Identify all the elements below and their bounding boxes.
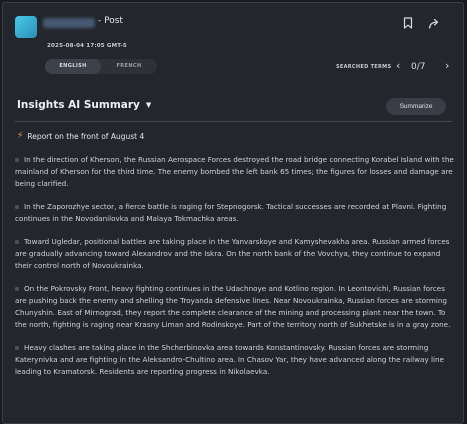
lightning-icon: ⚡ bbox=[17, 131, 24, 141]
summary-content: ⚡ Report on the front of August 4 In the… bbox=[15, 131, 455, 389]
post-panel: - Post 2025-08-04 17:05 GMT-5 ENGLISH FR… bbox=[2, 2, 464, 424]
bookmark-icon[interactable] bbox=[400, 15, 416, 31]
redacted-channel-name bbox=[43, 18, 95, 28]
next-term-button[interactable]: › bbox=[445, 60, 449, 72]
report-paragraph: In the direction of Kherson, the Russian… bbox=[15, 155, 454, 188]
bullet-icon bbox=[15, 346, 19, 350]
post-header: - Post 2025-08-04 17:05 GMT-5 ENGLISH FR… bbox=[3, 3, 463, 85]
bullet-icon bbox=[15, 240, 19, 244]
post-timestamp: 2025-08-04 17:05 GMT-5 bbox=[47, 43, 127, 49]
previous-term-button[interactable]: ‹ bbox=[396, 60, 400, 72]
bullet-icon bbox=[15, 205, 19, 209]
summarize-button[interactable]: Summarize bbox=[386, 98, 446, 115]
language-option-english[interactable]: ENGLISH bbox=[45, 59, 101, 74]
report-paragraph: In the Zaporozhye sector, a fierce battl… bbox=[15, 202, 447, 223]
searched-terms-label: SEARCHED TERMS bbox=[336, 64, 392, 70]
searched-terms-count: 0/7 bbox=[411, 62, 426, 72]
report-paragraph: Toward Ugledar, positional battles are t… bbox=[15, 237, 450, 270]
summary-title: Insights AI Summary bbox=[17, 99, 140, 111]
report-heading: ⚡ Report on the front of August 4 bbox=[17, 131, 455, 141]
report-paragraph: On the Pokrovsky Front, heavy fighting c… bbox=[15, 284, 451, 329]
summary-dropdown[interactable]: Insights AI Summary ▼ bbox=[17, 99, 151, 111]
divider bbox=[15, 121, 452, 122]
caret-down-icon: ▼ bbox=[145, 101, 152, 109]
report-title: Report on the front of August 4 bbox=[27, 131, 145, 141]
language-option-french[interactable]: FRENCH bbox=[101, 59, 157, 74]
share-icon[interactable] bbox=[426, 15, 442, 31]
report-paragraph: Heavy clashes are taking place in the Sh… bbox=[15, 343, 444, 376]
language-toggle: ENGLISH FRENCH bbox=[45, 59, 157, 74]
channel-avatar[interactable] bbox=[15, 16, 37, 38]
bullet-icon bbox=[15, 158, 19, 162]
bullet-icon bbox=[15, 287, 19, 291]
post-title-suffix: - Post bbox=[98, 16, 123, 26]
